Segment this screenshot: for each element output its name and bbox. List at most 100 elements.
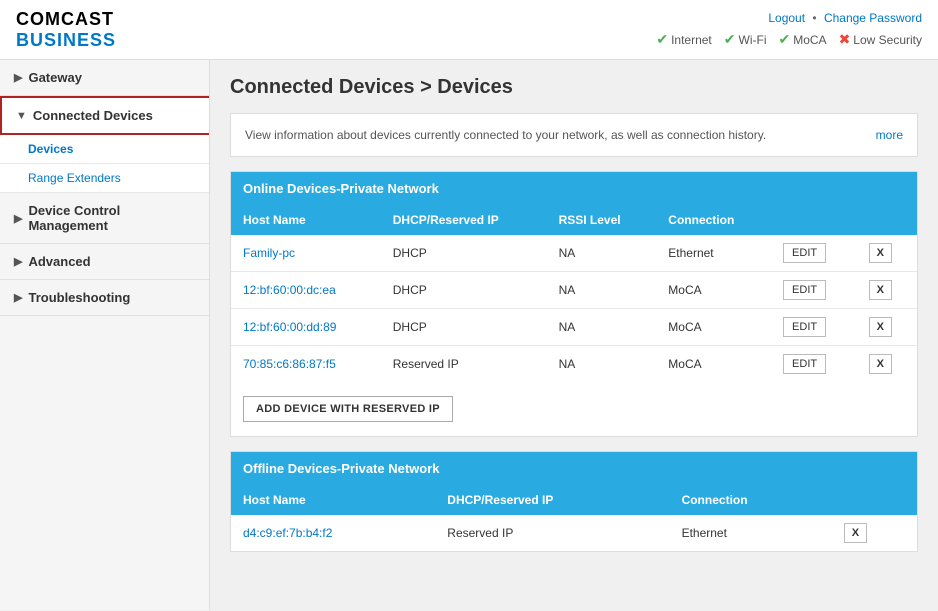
sidebar-label-gateway: Gateway <box>28 70 81 85</box>
sidebar-label-device-control: Device Control Management <box>28 203 195 233</box>
online-rssi-2: NA <box>547 309 657 346</box>
info-box: View information about devices currently… <box>230 113 918 157</box>
offline-remove-button-0[interactable]: X <box>844 523 867 543</box>
online-host-1: 12:bf:60:00:dc:ea <box>231 272 381 309</box>
online-row-3: 70:85:c6:86:87:f5 Reserved IP NA MoCA ED… <box>231 346 917 383</box>
sidebar-item-advanced[interactable]: ▶ Advanced <box>0 244 209 280</box>
offline-host-link-0[interactable]: d4:c9:ef:7b:b4:f2 <box>243 526 332 540</box>
offline-col-2: Connection <box>670 485 832 515</box>
status-bar: ✔Internet✔Wi-Fi✔MoCA✖Low Security <box>656 31 922 48</box>
online-remove-cell-0: X <box>857 235 917 272</box>
online-conn-2: MoCA <box>656 309 771 346</box>
offline-table-header: Offline Devices-Private Network <box>231 452 917 485</box>
online-rssi-1: NA <box>547 272 657 309</box>
header-right: Logout • Change Password ✔Internet✔Wi-Fi… <box>656 11 922 48</box>
offline-remove-cell-0: X <box>832 515 917 551</box>
security-status-label: Low Security <box>853 33 922 47</box>
main-content: Connected Devices > Devices View informa… <box>210 60 938 610</box>
offline-col-1: DHCP/Reserved IP <box>435 485 669 515</box>
offline-devices-container: Offline Devices-Private Network Host Nam… <box>230 451 918 552</box>
edit-button-3[interactable]: EDIT <box>783 354 826 374</box>
online-col-1: DHCP/Reserved IP <box>381 205 547 235</box>
change-password-link[interactable]: Change Password <box>824 11 922 25</box>
moca-status-icon: ✔ <box>778 31 790 48</box>
add-device-button[interactable]: ADD DEVICE WITH RESERVED IP <box>243 396 453 422</box>
remove-button-2[interactable]: X <box>869 317 892 337</box>
offline-conn-0: Ethernet <box>670 515 832 551</box>
moca-status-label: MoCA <box>793 33 826 47</box>
page-title: Connected Devices > Devices <box>230 76 918 99</box>
online-row-0: Family-pc DHCP NA Ethernet EDIT X <box>231 235 917 272</box>
online-row-1: 12:bf:60:00:dc:ea DHCP NA MoCA EDIT X <box>231 272 917 309</box>
online-remove-cell-1: X <box>857 272 917 309</box>
online-ip-1: DHCP <box>381 272 547 309</box>
sidebar-item-connected-devices[interactable]: ▼ Connected Devices <box>0 96 209 135</box>
logo-business: BUSINESS <box>16 30 116 51</box>
online-host-link-1[interactable]: 12:bf:60:00:dc:ea <box>243 283 336 297</box>
wifi-status-icon: ✔ <box>724 31 736 48</box>
offline-col-actions <box>832 485 917 515</box>
online-table-header: Online Devices-Private Network <box>231 172 917 205</box>
online-conn-3: MoCA <box>656 346 771 383</box>
status-item-security: ✖Low Security <box>839 31 922 48</box>
online-remove-cell-3: X <box>857 346 917 383</box>
online-col-actions <box>771 205 917 235</box>
logo: COMCAST BUSINESS <box>16 9 116 51</box>
security-status-icon: ✖ <box>839 31 851 48</box>
online-ip-2: DHCP <box>381 309 547 346</box>
more-link[interactable]: more <box>876 126 903 144</box>
header-links: Logout • Change Password <box>656 11 922 25</box>
online-host-3: 70:85:c6:86:87:f5 <box>231 346 381 383</box>
sidebar-label-troubleshooting: Troubleshooting <box>28 290 130 305</box>
remove-button-0[interactable]: X <box>869 243 892 263</box>
online-ip-3: Reserved IP <box>381 346 547 383</box>
online-host-link-0[interactable]: Family-pc <box>243 246 295 260</box>
online-col-3: Connection <box>656 205 771 235</box>
internet-status-icon: ✔ <box>656 31 668 48</box>
sidebar-item-device-control[interactable]: ▶ Device Control Management <box>0 193 209 244</box>
online-ip-0: DHCP <box>381 235 547 272</box>
sidebar-arrow-connected-devices: ▼ <box>16 110 27 122</box>
online-edit-cell-3: EDIT <box>771 346 857 383</box>
online-conn-0: Ethernet <box>656 235 771 272</box>
online-host-0: Family-pc <box>231 235 381 272</box>
sidebar-sub-item-range-extenders[interactable]: Range Extenders <box>0 164 209 193</box>
online-col-0: Host Name <box>231 205 381 235</box>
layout: ▶ Gateway ▼ Connected Devices DevicesRange E… <box>0 60 938 610</box>
online-host-link-3[interactable]: 70:85:c6:86:87:f5 <box>243 357 336 371</box>
internet-status-label: Internet <box>671 33 712 47</box>
status-item-wifi: ✔Wi-Fi <box>724 31 767 48</box>
status-item-moca: ✔MoCA <box>778 31 826 48</box>
online-rssi-3: NA <box>547 346 657 383</box>
sidebar-label-advanced: Advanced <box>28 254 90 269</box>
sidebar: ▶ Gateway ▼ Connected Devices DevicesRange E… <box>0 60 210 610</box>
sidebar-arrow-device-control: ▶ <box>14 212 22 225</box>
sidebar-arrow-advanced: ▶ <box>14 255 22 268</box>
wifi-status-label: Wi-Fi <box>739 33 767 47</box>
edit-button-2[interactable]: EDIT <box>783 317 826 337</box>
online-devices-table: Host NameDHCP/Reserved IPRSSI LevelConne… <box>231 205 917 382</box>
remove-button-3[interactable]: X <box>869 354 892 374</box>
sidebar-arrow-troubleshooting: ▶ <box>14 291 22 304</box>
edit-button-1[interactable]: EDIT <box>783 280 826 300</box>
online-edit-cell-2: EDIT <box>771 309 857 346</box>
offline-row-0: d4:c9:ef:7b:b4:f2 Reserved IP Ethernet X <box>231 515 917 551</box>
sidebar-arrow-gateway: ▶ <box>14 71 22 84</box>
logout-link[interactable]: Logout <box>768 11 805 25</box>
online-col-2: RSSI Level <box>547 205 657 235</box>
sidebar-label-connected-devices: Connected Devices <box>33 108 153 123</box>
remove-button-1[interactable]: X <box>869 280 892 300</box>
online-rssi-0: NA <box>547 235 657 272</box>
online-edit-cell-1: EDIT <box>771 272 857 309</box>
edit-button-0[interactable]: EDIT <box>783 243 826 263</box>
offline-host-0: d4:c9:ef:7b:b4:f2 <box>231 515 435 551</box>
link-separator: • <box>812 11 816 25</box>
sidebar-item-gateway[interactable]: ▶ Gateway <box>0 60 209 96</box>
online-row-2: 12:bf:60:00:dd:89 DHCP NA MoCA EDIT X <box>231 309 917 346</box>
online-host-link-2[interactable]: 12:bf:60:00:dd:89 <box>243 320 336 334</box>
online-conn-1: MoCA <box>656 272 771 309</box>
online-remove-cell-2: X <box>857 309 917 346</box>
sidebar-item-troubleshooting[interactable]: ▶ Troubleshooting <box>0 280 209 316</box>
sidebar-sub-item-devices[interactable]: Devices <box>0 135 209 164</box>
online-edit-cell-0: EDIT <box>771 235 857 272</box>
